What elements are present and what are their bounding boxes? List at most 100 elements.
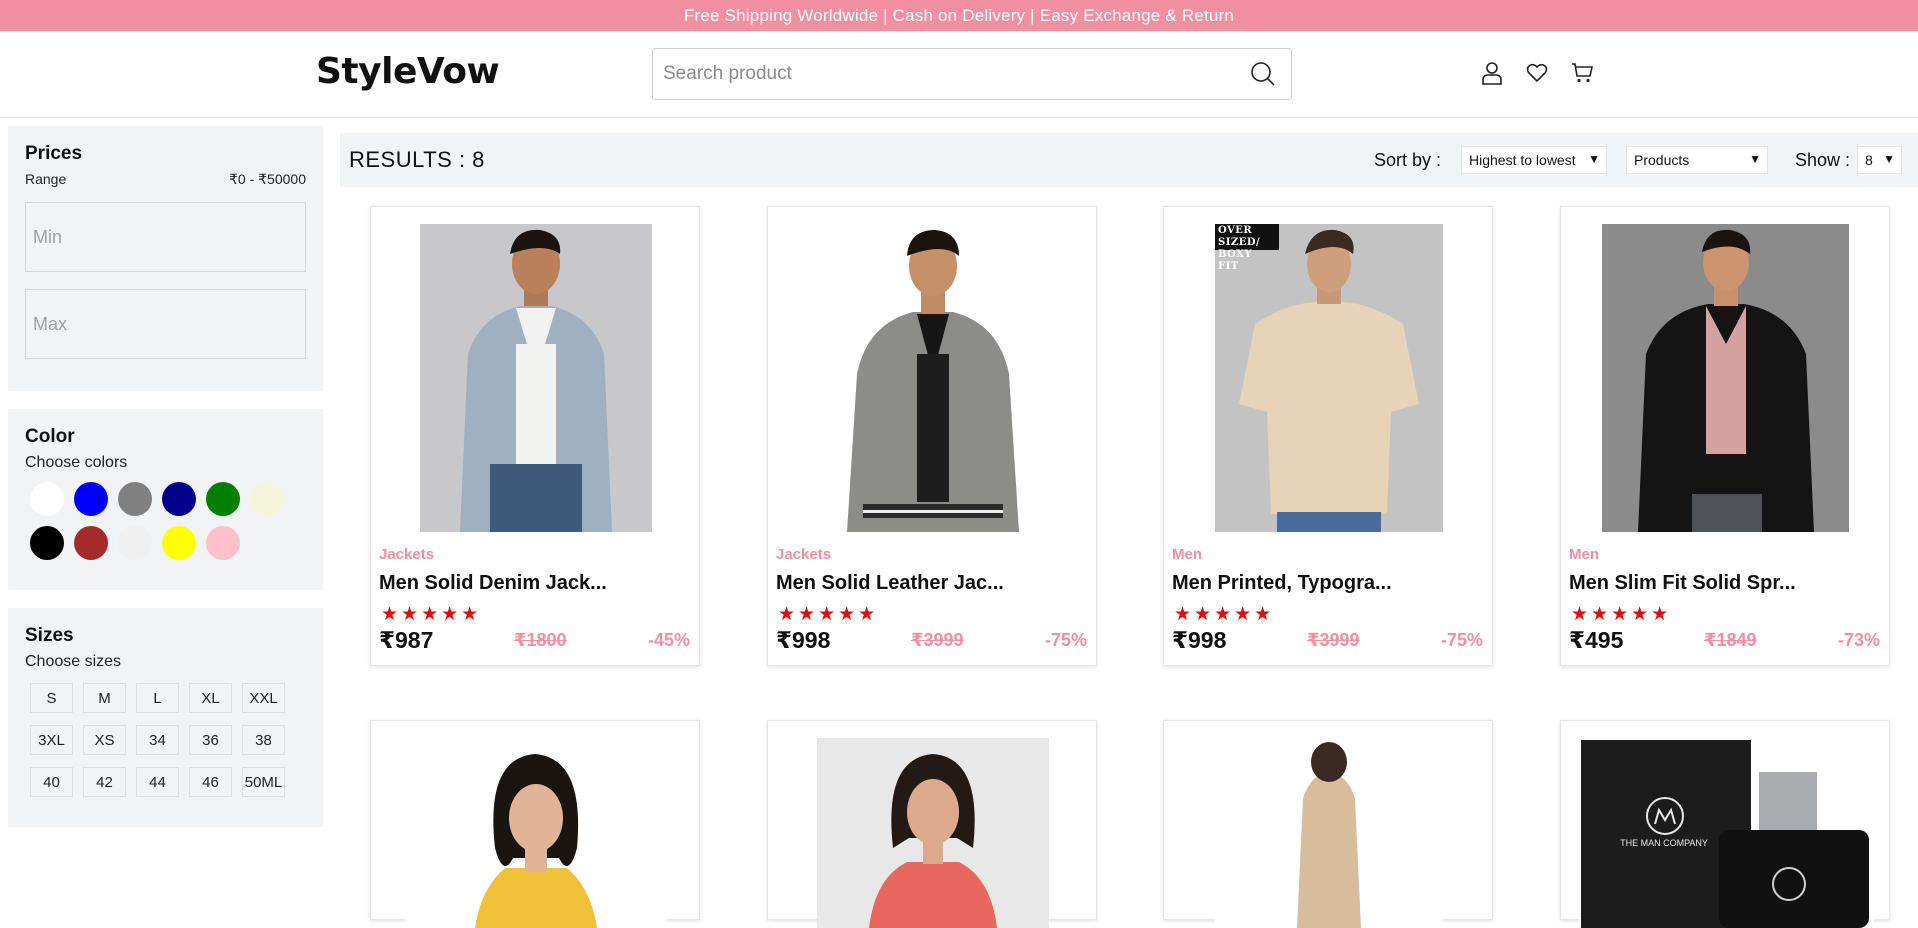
product-image[interactable] xyxy=(817,738,1049,928)
product-price: ₹495 xyxy=(1569,627,1624,653)
product-discount: -45% xyxy=(647,630,690,650)
show-count-value: 8 xyxy=(1865,152,1873,168)
chevron-down-icon: ▼ xyxy=(1749,152,1761,166)
product-card[interactable]: Men Men Slim Fit Solid Spr... ★★★★★ ₹495… xyxy=(1560,206,1890,666)
product-name[interactable]: Men Solid Denim Jack... xyxy=(379,572,607,595)
user-icon[interactable] xyxy=(1478,59,1506,87)
show-label: Show : xyxy=(1795,149,1851,170)
search-bar xyxy=(652,48,1292,100)
header-icons xyxy=(1478,59,1596,87)
sort-select[interactable]: Highest to lowest ▼ xyxy=(1461,146,1607,174)
sort-label: Sort by : xyxy=(1374,149,1442,170)
color-swatch[interactable] xyxy=(30,482,64,516)
product-image[interactable] xyxy=(1215,738,1443,928)
rating-stars: ★★★★★ xyxy=(1571,604,1672,625)
product-card[interactable]: THE MAN COMPANY xyxy=(1560,720,1890,928)
product-name[interactable]: Men Slim Fit Solid Spr... xyxy=(1569,572,1796,595)
size-option[interactable]: L xyxy=(136,683,179,713)
product-card[interactable]: Jackets Men Solid Leather Jac... ★★★★★ ₹… xyxy=(767,206,1097,666)
product-image[interactable] xyxy=(1602,224,1849,532)
color-swatches xyxy=(25,482,306,560)
product-price: ₹998 xyxy=(1172,627,1227,653)
size-option[interactable]: 40 xyxy=(30,767,73,797)
category-select-value: Products xyxy=(1634,152,1690,168)
color-swatch[interactable] xyxy=(118,526,152,560)
size-filter-subtitle: Choose sizes xyxy=(25,653,122,670)
size-option[interactable]: 3XL xyxy=(30,725,73,755)
search-input[interactable] xyxy=(653,49,1241,99)
product-image[interactable] xyxy=(1215,224,1443,532)
color-swatch[interactable] xyxy=(74,482,108,516)
size-option[interactable]: XXL xyxy=(242,683,285,713)
color-filter-title: Color xyxy=(25,426,75,447)
fit-badge: OVER SIZED/ BOXY FIT xyxy=(1215,224,1279,272)
color-swatch[interactable] xyxy=(30,526,64,560)
color-filter-subtitle: Choose colors xyxy=(25,454,128,471)
product-category[interactable]: Jackets xyxy=(379,546,434,563)
price-filter-title: Prices xyxy=(25,143,83,164)
color-swatch[interactable] xyxy=(118,482,152,516)
announcement-text: Free Shipping Worldwide | Cash on Delive… xyxy=(683,5,1235,25)
color-swatch[interactable] xyxy=(206,482,240,516)
cart-icon[interactable] xyxy=(1568,59,1596,87)
price-range-label: Range xyxy=(25,171,67,187)
category-select[interactable]: Products ▼ xyxy=(1626,146,1768,174)
product-image[interactable] xyxy=(420,224,652,532)
site-header: StyleVow xyxy=(0,31,1918,118)
size-option[interactable]: 44 xyxy=(136,767,179,797)
size-option[interactable]: 42 xyxy=(83,767,126,797)
product-mrp: ₹3999 xyxy=(911,630,964,650)
color-swatch[interactable] xyxy=(74,526,108,560)
size-options: S M L XL XXL 3XL XS 34 36 38 40 42 44 46 50ML xyxy=(25,683,306,797)
product-price: ₹987 xyxy=(379,627,434,653)
color-swatch[interactable] xyxy=(206,526,240,560)
size-option[interactable]: 36 xyxy=(189,725,232,755)
brand-logo[interactable]: StyleVow xyxy=(316,51,500,92)
perfume-brand-label: THE MAN COMPANY xyxy=(1620,838,1708,848)
size-option[interactable]: S xyxy=(30,683,73,713)
product-discount: -75% xyxy=(1044,630,1087,650)
max-price-input[interactable] xyxy=(25,289,306,359)
size-option[interactable]: M xyxy=(83,683,126,713)
min-price-input[interactable] xyxy=(25,202,306,272)
product-image[interactable] xyxy=(405,738,667,928)
price-range-row: Range ₹0 - ₹50000 xyxy=(25,171,306,188)
product-card[interactable]: Jackets Men Solid Denim Jack... ★★★★★ ₹9… xyxy=(370,206,700,666)
product-price: ₹998 xyxy=(776,627,831,653)
product-mrp: ₹1800 xyxy=(514,630,567,650)
product-category[interactable]: Men xyxy=(1569,546,1599,563)
product-name[interactable]: Men Printed, Typogra... xyxy=(1172,572,1392,595)
rating-stars: ★★★★★ xyxy=(1174,604,1275,625)
product-card[interactable] xyxy=(370,720,700,928)
chevron-down-icon: ▼ xyxy=(1883,152,1895,166)
product-discount: -73% xyxy=(1837,630,1880,650)
product-card[interactable] xyxy=(767,720,1097,928)
color-swatch[interactable] xyxy=(162,482,196,516)
product-name[interactable]: Men Solid Leather Jac... xyxy=(776,572,1004,595)
product-card[interactable] xyxy=(1163,720,1493,928)
search-icon[interactable] xyxy=(1241,52,1285,96)
heart-icon[interactable] xyxy=(1523,59,1551,87)
announcement-bar: Free Shipping Worldwide | Cash on Delive… xyxy=(0,0,1918,31)
size-option[interactable]: 38 xyxy=(242,725,285,755)
product-category[interactable]: Jackets xyxy=(776,546,831,563)
product-category[interactable]: Men xyxy=(1172,546,1202,563)
size-option[interactable]: 50ML xyxy=(242,767,285,797)
product-image[interactable]: THE MAN COMPANY xyxy=(1579,738,1874,928)
sort-select-value: Highest to lowest xyxy=(1469,152,1576,168)
size-option[interactable]: XS xyxy=(83,725,126,755)
color-swatch[interactable] xyxy=(162,526,196,560)
size-option[interactable]: 34 xyxy=(136,725,179,755)
product-image[interactable] xyxy=(817,224,1049,532)
product-mrp: ₹1849 xyxy=(1704,630,1757,650)
size-option[interactable]: XL xyxy=(189,683,232,713)
size-filter-title: Sizes xyxy=(25,625,74,646)
color-swatch[interactable] xyxy=(250,482,284,516)
price-filter-panel: Prices Range ₹0 - ₹50000 xyxy=(8,126,323,391)
size-option[interactable]: 46 xyxy=(189,767,232,797)
chevron-down-icon: ▼ xyxy=(1588,152,1600,166)
product-card[interactable]: OVER SIZED/ BOXY FIT Men Men Printed, Ty… xyxy=(1163,206,1493,666)
price-range-value: ₹0 - ₹50000 xyxy=(229,171,306,187)
color-filter-panel: Color Choose colors xyxy=(8,409,323,590)
show-count-select[interactable]: 8 ▼ xyxy=(1857,146,1902,174)
